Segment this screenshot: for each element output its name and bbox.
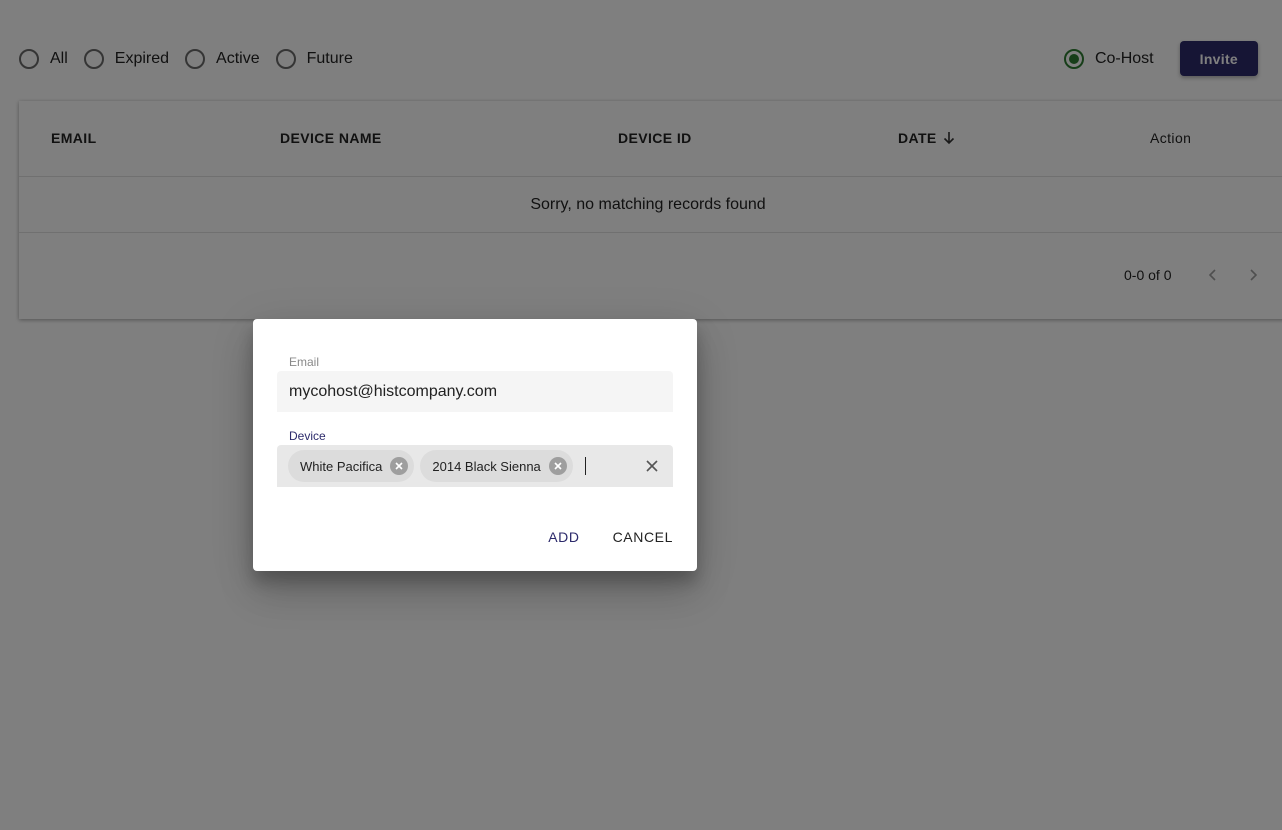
- invite-cohost-dialog: Email Device White Pacifica 2014 Black S…: [253, 319, 697, 571]
- device-chip: 2014 Black Sienna: [420, 450, 573, 482]
- text-cursor: [584, 457, 586, 475]
- dialog-actions: ADD CANCEL: [523, 525, 681, 549]
- chip-remove-icon[interactable]: [548, 457, 567, 475]
- email-field-label: Email: [289, 355, 320, 369]
- add-button[interactable]: ADD: [540, 525, 587, 549]
- close-icon: [554, 462, 562, 470]
- device-chip-label: 2014 Black Sienna: [432, 458, 541, 474]
- clear-icon[interactable]: [644, 458, 660, 474]
- device-select-field[interactable]: White Pacifica 2014 Black Sienna: [277, 445, 673, 487]
- device-field-label: Device: [289, 429, 326, 443]
- email-field[interactable]: [277, 371, 673, 412]
- chip-remove-icon[interactable]: [390, 457, 409, 475]
- device-chip: White Pacifica: [288, 450, 415, 482]
- page: All Expired Active Future Co-Host Invite: [0, 0, 1282, 830]
- cancel-button[interactable]: CANCEL: [605, 525, 681, 549]
- close-icon: [395, 462, 403, 470]
- device-chip-label: White Pacifica: [300, 458, 383, 474]
